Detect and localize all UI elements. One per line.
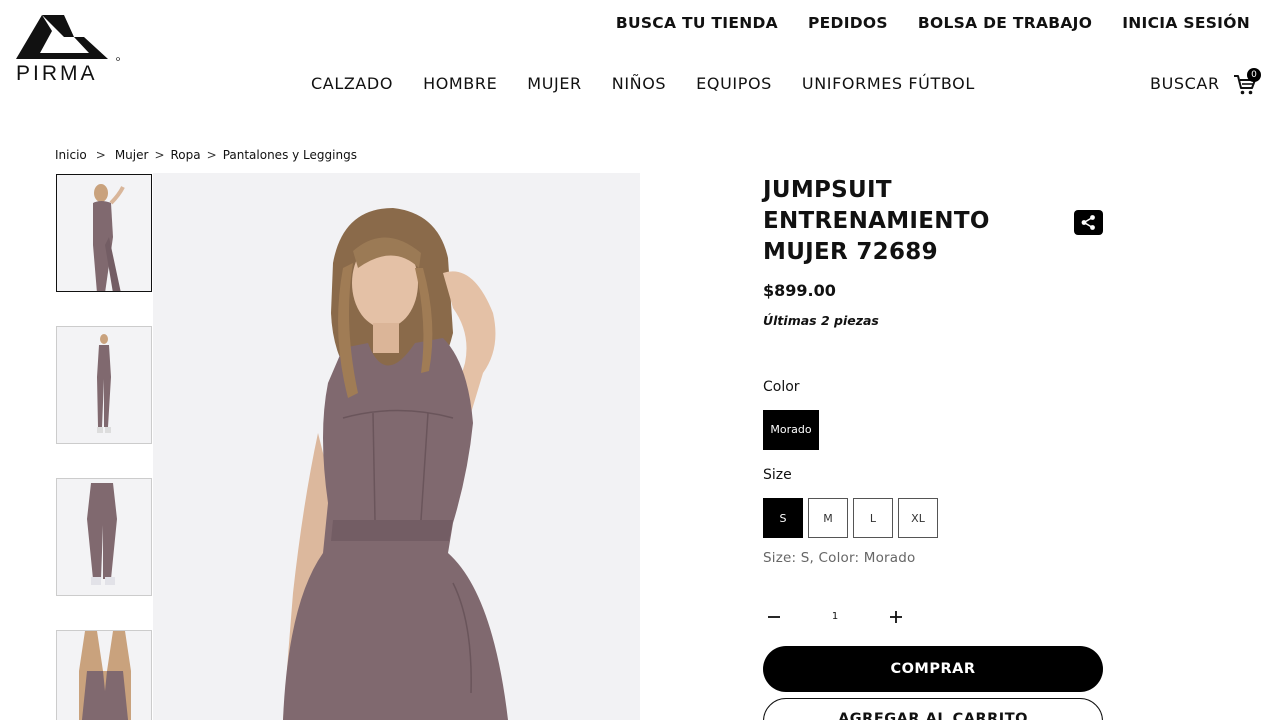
quantity-stepper: 1 <box>763 603 913 631</box>
quantity-increase-button[interactable] <box>888 607 904 627</box>
plus-icon <box>890 611 902 623</box>
selection-summary: Size: S, Color: Morado <box>763 550 916 566</box>
minus-icon <box>768 616 780 618</box>
quantity-value[interactable]: 1 <box>829 611 841 622</box>
product-photo <box>153 173 640 720</box>
link-inicia-sesion[interactable]: INICIA SESIÓN <box>1122 14 1250 32</box>
product-title: JUMPSUIT ENTRENAMIENTO MUJER 72689 <box>763 177 990 265</box>
product-thumbnail[interactable] <box>56 478 152 596</box>
product-price: $899.00 <box>763 281 836 300</box>
link-pedidos[interactable]: PEDIDOS <box>808 14 888 32</box>
search-button[interactable]: BUSCAR <box>1150 74 1220 93</box>
buy-button[interactable]: COMPRAR <box>763 646 1103 692</box>
quantity-decrease-button[interactable] <box>767 607 781 627</box>
breadcrumb-item-pantalones-y-leggings[interactable]: Pantalones y Leggings <box>223 148 357 162</box>
stock-note: Últimas 2 piezas <box>763 313 879 328</box>
breadcrumb-item-ropa[interactable]: Ropa <box>171 148 201 162</box>
color-label: Color <box>763 379 800 395</box>
breadcrumb-separator: > <box>154 148 165 162</box>
size-options: S M L XL <box>763 498 938 538</box>
breadcrumb-item-inicio[interactable]: Inicio <box>55 148 87 162</box>
breadcrumb-item-mujer[interactable]: Mujer <box>115 148 149 162</box>
main-nav: CALZADO HOMBRE MUJER NIÑOS EQUIPOS UNIFO… <box>311 74 975 93</box>
product-thumbnail[interactable] <box>56 630 152 720</box>
size-option-m[interactable]: M <box>808 498 848 538</box>
product-main-image[interactable] <box>153 173 640 720</box>
share-button[interactable] <box>1074 210 1103 235</box>
breadcrumb: Inicio > Mujer > Ropa > Pantalones y Leg… <box>55 148 357 162</box>
share-icon <box>1081 215 1095 230</box>
nav-item-ninos[interactable]: NIÑOS <box>612 74 666 93</box>
size-label: Size <box>763 467 792 483</box>
logo-text: PIRMA <box>16 62 98 85</box>
product-thumbnail[interactable] <box>56 326 152 444</box>
nav-item-hombre[interactable]: HOMBRE <box>423 74 497 93</box>
nav-item-calzado[interactable]: CALZADO <box>311 74 393 93</box>
nav-item-equipos[interactable]: EQUIPOS <box>696 74 772 93</box>
cart-count-badge: 0 <box>1247 68 1261 82</box>
product-thumbnail[interactable] <box>56 174 152 292</box>
nav-item-mujer[interactable]: MUJER <box>527 74 581 93</box>
add-to-cart-button[interactable]: AGREGAR AL CARRITO <box>763 698 1103 720</box>
top-links: BUSCA TU TIENDA PEDIDOS BOLSA DE TRABAJO… <box>616 14 1250 32</box>
nav-item-uniformes-futbol[interactable]: UNIFORMES FÚTBOL <box>802 74 975 93</box>
size-option-xl[interactable]: XL <box>898 498 938 538</box>
size-option-s[interactable]: S <box>763 498 803 538</box>
link-bolsa-de-trabajo[interactable]: BOLSA DE TRABAJO <box>918 14 1092 32</box>
cart-button[interactable]: 0 <box>1233 68 1263 98</box>
color-option-morado[interactable]: Morado <box>763 410 819 450</box>
breadcrumb-separator: > <box>95 148 106 162</box>
pirma-logo[interactable]: PIRMA <box>14 12 124 86</box>
link-busca-tu-tienda[interactable]: BUSCA TU TIENDA <box>616 14 778 32</box>
breadcrumb-separator: > <box>206 148 217 162</box>
pirma-logo-mark <box>16 15 120 61</box>
size-option-l[interactable]: L <box>853 498 893 538</box>
